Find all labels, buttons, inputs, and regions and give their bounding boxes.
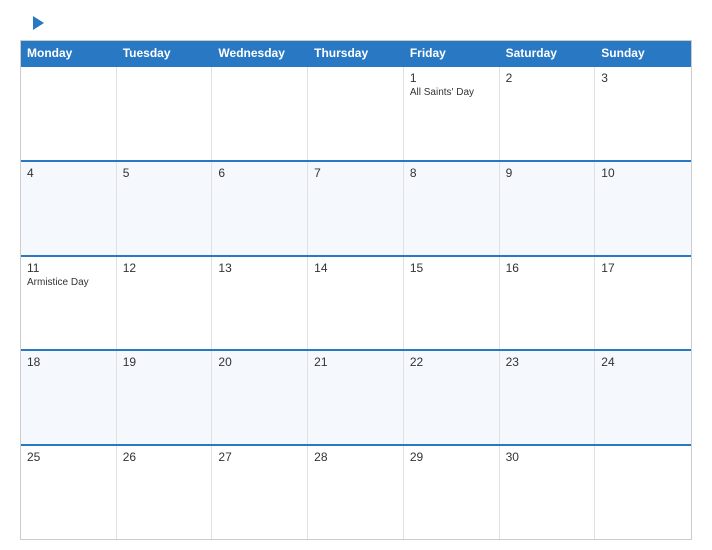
cell-event: Armistice Day <box>27 277 110 288</box>
cell-number: 27 <box>218 450 301 464</box>
cell-number: 20 <box>218 355 301 369</box>
cell-number: 25 <box>27 450 110 464</box>
calendar-cell: 21 <box>308 351 404 444</box>
calendar-cell: 23 <box>500 351 596 444</box>
cell-number: 3 <box>601 71 685 85</box>
cell-number: 29 <box>410 450 493 464</box>
calendar-cell: 1 All Saints' Day <box>404 67 500 160</box>
cell-number: 2 <box>506 71 589 85</box>
cell-number: 19 <box>123 355 206 369</box>
logo <box>20 16 44 30</box>
calendar-cell: 15 <box>404 257 500 350</box>
cell-number: 23 <box>506 355 589 369</box>
calendar-cell: 3 <box>595 67 691 160</box>
cell-number: 10 <box>601 166 685 180</box>
week-row-3: 11 Armistice Day 12 13 14 15 16 17 <box>21 255 691 350</box>
calendar-cell: 13 <box>212 257 308 350</box>
calendar-cell: 24 <box>595 351 691 444</box>
calendar-cell: 4 <box>21 162 117 255</box>
cell-number: 12 <box>123 261 206 275</box>
calendar-cell: 5 <box>117 162 213 255</box>
cell-number: 15 <box>410 261 493 275</box>
day-name-wednesday: Wednesday <box>212 41 308 65</box>
day-name-monday: Monday <box>21 41 117 65</box>
day-name-friday: Friday <box>404 41 500 65</box>
cell-number: 21 <box>314 355 397 369</box>
calendar-cell <box>212 67 308 160</box>
day-name-sunday: Sunday <box>595 41 691 65</box>
cell-number: 6 <box>218 166 301 180</box>
calendar-body: 1 All Saints' Day 23 456789 10 11 Armistice Da… <box>21 65 691 539</box>
cell-event: All Saints' Day <box>410 87 493 98</box>
calendar-cell: 20 <box>212 351 308 444</box>
calendar-cell: 19 <box>117 351 213 444</box>
calendar-header: MondayTuesdayWednesdayThursdayFridaySatu… <box>21 41 691 65</box>
calendar-cell: 30 <box>500 446 596 539</box>
cell-number: 16 <box>506 261 589 275</box>
calendar-cell: 14 <box>308 257 404 350</box>
header <box>20 16 692 30</box>
calendar-cell: 26 <box>117 446 213 539</box>
calendar-cell: 8 <box>404 162 500 255</box>
calendar-cell: 22 <box>404 351 500 444</box>
cell-number: 9 <box>506 166 589 180</box>
cell-number: 8 <box>410 166 493 180</box>
calendar-cell <box>308 67 404 160</box>
calendar-cell <box>21 67 117 160</box>
cell-number: 30 <box>506 450 589 464</box>
calendar-cell: 29 <box>404 446 500 539</box>
week-row-1: 1 All Saints' Day 23 <box>21 65 691 160</box>
calendar-cell: 6 <box>212 162 308 255</box>
calendar-cell: 18 <box>21 351 117 444</box>
calendar-cell: 9 <box>500 162 596 255</box>
calendar-cell: 7 <box>308 162 404 255</box>
cell-number: 26 <box>123 450 206 464</box>
cell-number: 28 <box>314 450 397 464</box>
day-name-thursday: Thursday <box>308 41 404 65</box>
day-name-tuesday: Tuesday <box>117 41 213 65</box>
week-row-5: 25 26 27 28 29 30 <box>21 444 691 539</box>
cell-number: 1 <box>410 71 493 85</box>
logo-flag-icon <box>22 16 44 30</box>
calendar-cell: 10 <box>595 162 691 255</box>
calendar-cell <box>595 446 691 539</box>
cell-number: 18 <box>27 355 110 369</box>
calendar-cell: 25 <box>21 446 117 539</box>
calendar-cell: 28 <box>308 446 404 539</box>
calendar-cell: 16 <box>500 257 596 350</box>
calendar-cell: 12 <box>117 257 213 350</box>
calendar-cell: 2 <box>500 67 596 160</box>
calendar-cell: 11 Armistice Day <box>21 257 117 350</box>
cell-number: 14 <box>314 261 397 275</box>
calendar-cell <box>117 67 213 160</box>
cell-number: 4 <box>27 166 110 180</box>
calendar-cell: 17 <box>595 257 691 350</box>
day-name-saturday: Saturday <box>500 41 596 65</box>
calendar: MondayTuesdayWednesdayThursdayFridaySatu… <box>20 40 692 540</box>
cell-number: 13 <box>218 261 301 275</box>
week-row-4: 18 19 20 21 22 23 24 <box>21 349 691 444</box>
calendar-cell: 27 <box>212 446 308 539</box>
cell-number: 24 <box>601 355 685 369</box>
cell-number: 11 <box>27 261 110 275</box>
cell-number: 5 <box>123 166 206 180</box>
week-row-2: 456789 10 <box>21 160 691 255</box>
calendar-page: MondayTuesdayWednesdayThursdayFridaySatu… <box>0 0 712 550</box>
cell-number: 17 <box>601 261 685 275</box>
cell-number: 22 <box>410 355 493 369</box>
cell-number: 7 <box>314 166 397 180</box>
